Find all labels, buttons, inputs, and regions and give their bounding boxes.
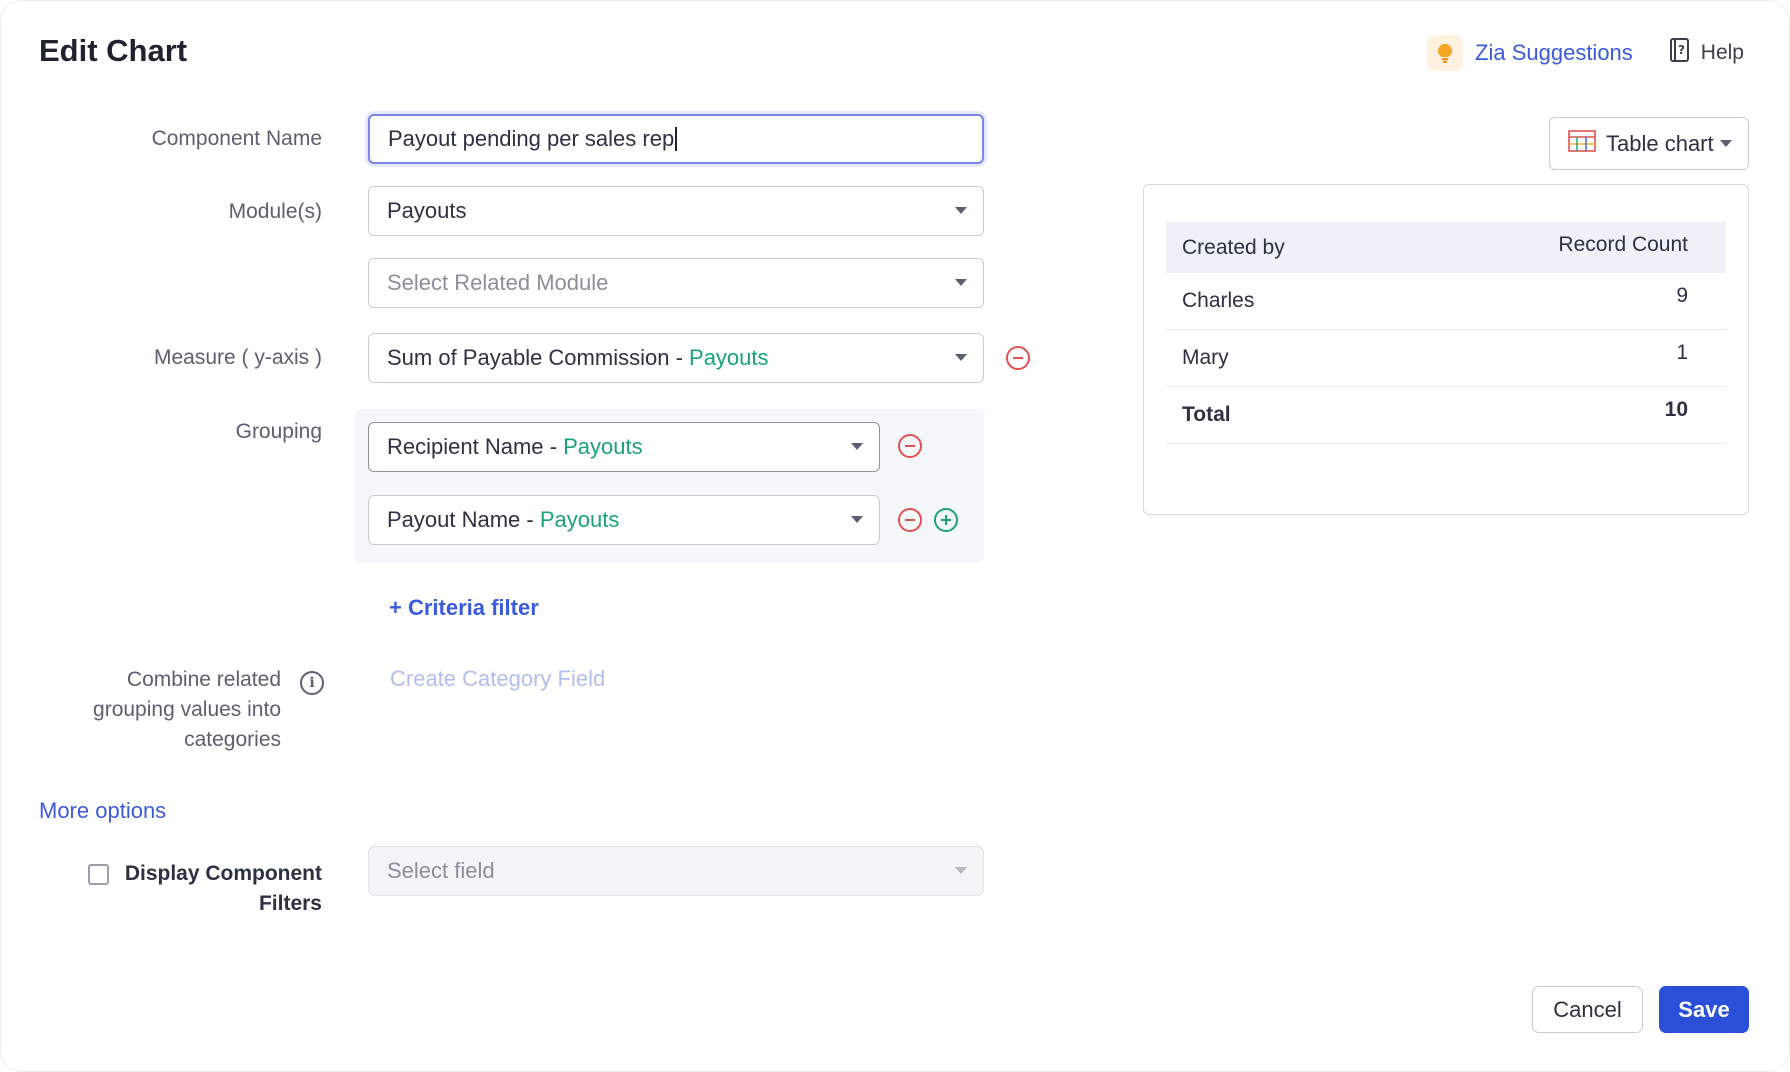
cancel-button[interactable]: Cancel: [1532, 986, 1643, 1033]
column-header: Record Count: [1558, 232, 1688, 256]
save-button[interactable]: Save: [1659, 986, 1749, 1033]
svg-text:?: ?: [1678, 43, 1685, 57]
dropdown-caret-icon: [851, 516, 863, 523]
category-label: Combine related grouping values into cat…: [93, 668, 281, 751]
help-book-icon: ?: [1669, 37, 1691, 69]
column-header: Created by: [1182, 235, 1285, 259]
modules-value: Payouts: [387, 198, 467, 223]
row-name: Charles: [1182, 289, 1255, 312]
row-count: 1: [1676, 341, 1688, 364]
chart-type-label: Table chart: [1606, 130, 1714, 156]
dropdown-caret-icon: [955, 207, 967, 214]
dropdown-caret-icon: [955, 279, 967, 286]
select-field-placeholder: Select field: [387, 858, 495, 883]
bulb-icon: [1427, 35, 1464, 71]
text-cursor: [675, 127, 678, 151]
preview-table: Created by Record Count Charles 9 Mary 1…: [1166, 222, 1726, 444]
component-name-label: Component Name: [151, 127, 322, 150]
zia-suggestions-button[interactable]: Zia Suggestions: [1427, 35, 1633, 71]
chart-preview: Created by Record Count Charles 9 Mary 1…: [1143, 184, 1749, 515]
dropdown-caret-icon: [851, 443, 863, 450]
measure-label: Measure ( y-axis ): [153, 346, 322, 369]
component-name-value: Payout pending per sales rep: [388, 126, 675, 151]
grouping-label: Grouping: [235, 420, 322, 443]
remove-grouping-2-icon[interactable]: [898, 508, 922, 532]
edit-chart-dialog: Edit Chart Zia Suggestions ? Help Compon…: [0, 0, 1790, 1072]
dropdown-caret-icon: [1720, 139, 1732, 147]
table-row: Mary 1: [1166, 330, 1726, 387]
grouping-select-2[interactable]: Payout Name - Payouts: [368, 495, 880, 545]
measure-value: Sum of Payable Commission - Payouts: [387, 345, 769, 370]
select-field-dropdown[interactable]: Select field: [368, 846, 984, 896]
info-icon[interactable]: i: [300, 671, 324, 695]
remove-grouping-1-icon[interactable]: [898, 434, 922, 458]
zia-suggestions-label: Zia Suggestions: [1475, 40, 1633, 65]
top-actions: Zia Suggestions ? Help: [1427, 35, 1744, 71]
more-options-link[interactable]: More options: [39, 798, 166, 824]
dropdown-caret-icon: [955, 354, 967, 361]
chart-type-select[interactable]: Table chart: [1549, 117, 1749, 170]
table-total-row: Total 10: [1166, 387, 1726, 444]
total-label: Total: [1182, 403, 1231, 426]
grouping-select-1[interactable]: Recipient Name - Payouts: [368, 422, 880, 472]
table-row: Charles 9: [1166, 273, 1726, 330]
related-module-select[interactable]: Select Related Module: [368, 258, 984, 308]
table-header-row: Created by Record Count: [1166, 222, 1726, 273]
criteria-filter-link[interactable]: + Criteria filter: [389, 595, 539, 621]
table-chart-icon: [1568, 129, 1596, 158]
component-name-input[interactable]: Payout pending per sales rep: [368, 114, 984, 164]
total-count: 10: [1664, 398, 1688, 421]
grouping-1-value: Recipient Name - Payouts: [387, 434, 643, 459]
add-grouping-icon[interactable]: [934, 508, 958, 532]
modules-select[interactable]: Payouts: [368, 186, 984, 236]
remove-measure-icon[interactable]: [1006, 346, 1030, 370]
page-title: Edit Chart: [39, 33, 188, 68]
grouping-2-value: Payout Name - Payouts: [387, 507, 620, 532]
create-category-field-link[interactable]: Create Category Field: [390, 666, 605, 692]
measure-select[interactable]: Sum of Payable Commission - Payouts: [368, 333, 984, 383]
display-filters-label: Display Component Filters: [124, 862, 322, 915]
help-label: Help: [1700, 41, 1744, 64]
row-count: 9: [1676, 284, 1688, 307]
modules-label: Module(s): [228, 200, 322, 223]
row-name: Mary: [1182, 346, 1229, 369]
related-module-placeholder: Select Related Module: [387, 270, 609, 295]
dropdown-caret-icon: [955, 867, 967, 874]
help-button[interactable]: ? Help: [1669, 37, 1744, 69]
